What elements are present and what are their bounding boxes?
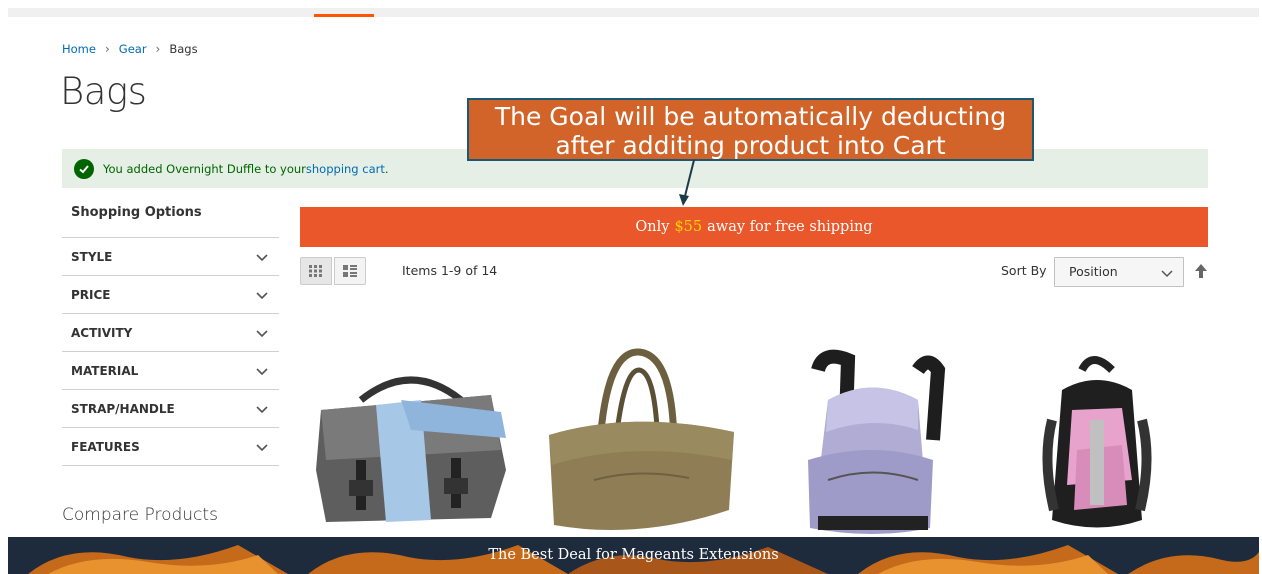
shipping-prefix: Only <box>635 219 670 235</box>
sort-direction-arrow-icon[interactable] <box>1193 263 1209 279</box>
sort-selected-value: Position <box>1069 264 1118 279</box>
grid-view-button[interactable] <box>300 257 332 285</box>
message-suffix: . <box>384 161 389 176</box>
filter-features[interactable]: FEATURES <box>62 428 279 466</box>
top-nav-bar <box>8 8 1259 17</box>
filter-label: ACTIVITY <box>71 325 133 340</box>
breadcrumb-current: Bags <box>169 42 198 56</box>
shopping-options-title: Shopping Options <box>62 195 279 238</box>
free-shipping-bar: Only $55 away for free shipping <box>300 207 1208 247</box>
page-title: Bags <box>60 70 147 113</box>
shipping-amount: $55 <box>674 219 703 235</box>
items-count: Items 1-9 of 14 <box>402 263 498 278</box>
chevron-down-icon <box>256 443 268 451</box>
chevron-down-icon <box>256 291 268 299</box>
grid-icon <box>309 265 322 277</box>
active-nav-indicator <box>314 14 374 17</box>
product-image-backpack-lavender[interactable] <box>768 340 978 536</box>
shopping-cart-link[interactable]: shopping cart <box>306 162 385 176</box>
breadcrumb: Home › Gear › Bags <box>62 42 198 56</box>
filter-label: PRICE <box>71 287 111 302</box>
filter-label: FEATURES <box>71 439 140 454</box>
list-icon <box>343 265 357 277</box>
filter-label: STYLE <box>71 249 113 264</box>
filter-strap-handle[interactable]: STRAP/HANDLE <box>62 390 279 428</box>
breadcrumb-home-link[interactable]: Home <box>62 42 96 56</box>
filter-activity[interactable]: ACTIVITY <box>62 314 279 352</box>
annotation-line-2: after additing product into Cart <box>555 131 946 160</box>
shipping-suffix: away for free shipping <box>707 219 873 235</box>
banner-text: The Best Deal for Mageants Extensions <box>488 547 779 563</box>
chevron-down-icon <box>256 329 268 337</box>
promo-banner[interactable]: The Best Deal for Mageants Extensions <box>8 537 1259 574</box>
product-toolbar: Items 1-9 of 14 Sort By Position <box>300 257 1210 287</box>
sidebar-filters: Shopping Options STYLE PRICE ACTIVITY MA… <box>62 195 279 466</box>
check-icon <box>74 158 94 179</box>
list-view-button[interactable] <box>334 257 366 285</box>
annotation-line-1: The Goal will be automatically deducting <box>494 102 1007 131</box>
annotation-callout: The Goal will be automatically deducting… <box>467 98 1034 161</box>
product-image-tote-bag[interactable] <box>534 340 744 536</box>
breadcrumb-separator: › <box>104 42 110 56</box>
filter-label: STRAP/HANDLE <box>71 401 175 416</box>
sort-by-label: Sort By <box>1001 263 1047 278</box>
annotation-arrow-icon <box>679 159 695 206</box>
message-prefix: You added Overnight Duffle to your <box>103 161 306 176</box>
chevron-down-icon <box>1161 270 1173 278</box>
breadcrumb-gear-link[interactable]: Gear <box>119 42 147 56</box>
product-image-backpack-pink[interactable] <box>992 340 1202 536</box>
product-image-messenger-bag[interactable] <box>301 340 511 536</box>
filter-price[interactable]: PRICE <box>62 276 279 314</box>
chevron-down-icon <box>256 367 268 375</box>
chevron-down-icon <box>256 405 268 413</box>
filter-material[interactable]: MATERIAL <box>62 352 279 390</box>
breadcrumb-separator: › <box>155 42 161 56</box>
sort-select[interactable]: Position <box>1054 257 1184 287</box>
chevron-down-icon <box>256 253 268 261</box>
compare-products-title: Compare Products <box>62 505 218 525</box>
filter-label: MATERIAL <box>71 363 139 378</box>
filter-style[interactable]: STYLE <box>62 238 279 276</box>
